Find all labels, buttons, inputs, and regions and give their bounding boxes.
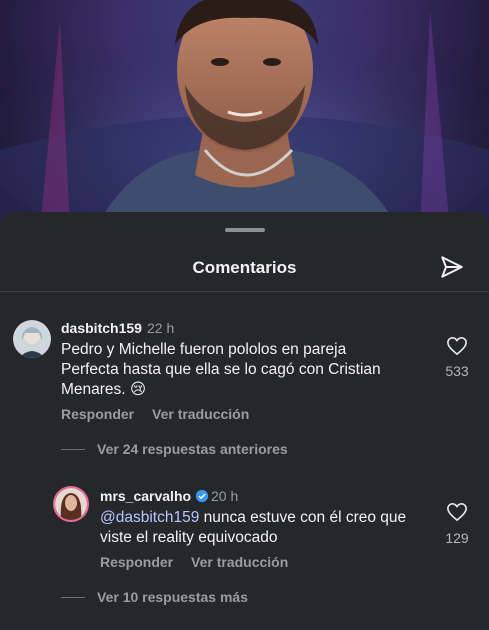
comment-time: 20 h — [211, 488, 239, 504]
comment-text-rest: nunca estuve con él creo que — [199, 509, 407, 526]
heart-icon[interactable] — [446, 502, 468, 522]
verified-badge-icon — [195, 489, 209, 503]
comment-text-line: Pedro y Michelle fueron pololos en parej… — [61, 341, 347, 358]
send-icon[interactable] — [439, 254, 465, 280]
reply-button[interactable]: Responder — [100, 554, 173, 570]
view-more-replies-button[interactable]: Ver 10 respuestas más — [97, 589, 248, 605]
like-count: 533 — [445, 363, 469, 379]
mention-link[interactable]: @dasbitch159 — [100, 509, 199, 526]
comment-text-line: Menares. 😢 — [61, 381, 147, 398]
comments-sheet: Comentarios dasbitch159 22 h Pedro y Mic… — [0, 212, 489, 630]
translate-button[interactable]: Ver traducción — [152, 406, 249, 422]
comment-username[interactable]: dasbitch159 — [61, 320, 142, 336]
reply-button[interactable]: Responder — [61, 406, 134, 422]
avatar[interactable] — [13, 320, 51, 358]
comment-text-line: viste el reality equivocado — [100, 529, 278, 546]
sheet-title: Comentarios — [192, 258, 297, 277]
username-text[interactable]: mrs_carvalho — [100, 488, 191, 504]
video-background — [0, 0, 489, 230]
comment-text-line: Perfecta hasta que ella se lo cagó con C… — [61, 361, 381, 378]
avatar[interactable] — [53, 486, 89, 522]
comment-time: 22 h — [147, 320, 175, 336]
header-divider — [0, 291, 489, 292]
sheet-drag-handle[interactable] — [225, 228, 265, 232]
video-frame-illustration — [0, 0, 489, 230]
comment-username[interactable]: mrs_carvalho — [100, 488, 209, 504]
comment-text-line: @dasbitch159 nunca estuve con él creo qu… — [100, 508, 406, 528]
replies-line — [61, 449, 85, 450]
like-count: 129 — [445, 530, 469, 546]
heart-icon[interactable] — [446, 336, 468, 356]
translate-button[interactable]: Ver traducción — [191, 554, 288, 570]
replies-line — [61, 597, 85, 598]
view-replies-button[interactable]: Ver 24 respuestas anteriores — [97, 441, 288, 457]
